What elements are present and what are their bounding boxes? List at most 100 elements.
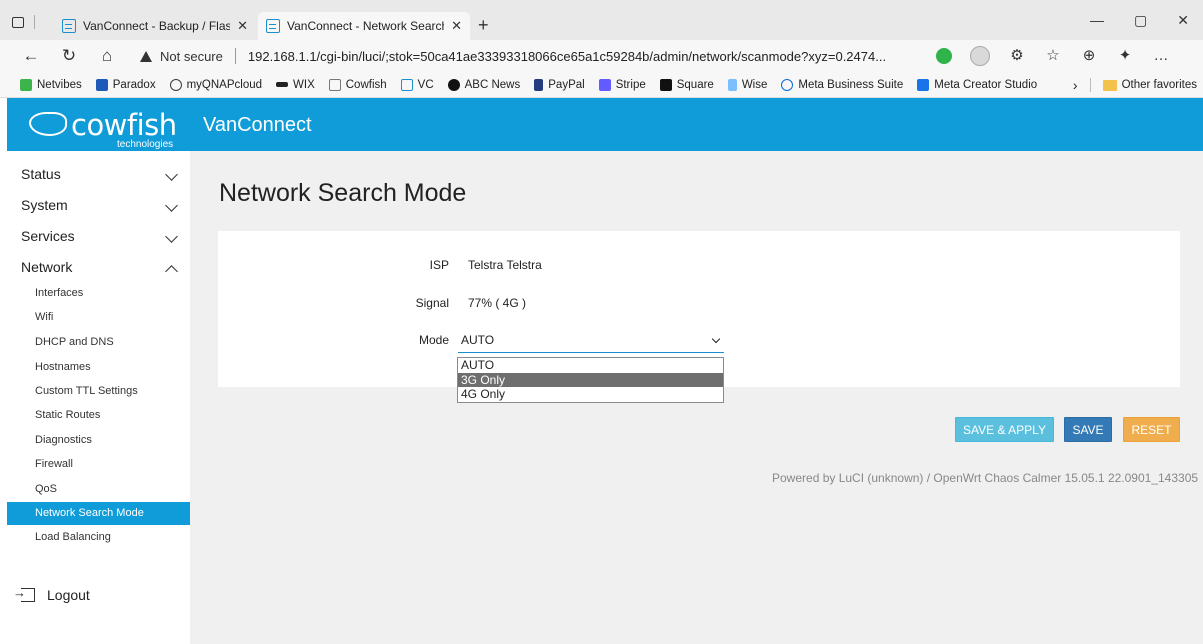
myqnapcloud-icon: [169, 78, 182, 91]
sidebar-section-system[interactable]: System: [21, 197, 178, 213]
new-tab-button[interactable]: +: [478, 15, 489, 36]
cowfish-icon: [328, 78, 341, 91]
sidebar-item-interfaces[interactable]: Interfaces: [7, 282, 190, 305]
sidebar-section-status[interactable]: Status: [21, 166, 178, 182]
sidebar-section-label: System: [21, 197, 68, 213]
wix-icon: [276, 82, 289, 87]
other-favorites-label: Other favorites: [1121, 79, 1197, 91]
chevron-right-icon[interactable]: ›: [1073, 77, 1078, 93]
tab-backup-flash[interactable]: VanConnect - Backup / Flash Firm ✕: [54, 12, 256, 40]
main-content: Network Search Mode ISP Telstra Telstra …: [190, 151, 1203, 644]
window-controls: — ▢ ✕: [1090, 12, 1189, 29]
home-icon[interactable]: ⌂: [96, 46, 118, 66]
bookmark-label: myQNAPcloud: [186, 78, 263, 91]
isp-label: ISP: [429, 258, 449, 272]
bookmark-abc-news[interactable]: ABC News: [447, 78, 520, 91]
collections-icon[interactable]: ⊕: [1080, 47, 1098, 65]
logo-word: cowfish: [71, 108, 177, 142]
reset-button[interactable]: RESET: [1123, 417, 1180, 442]
app-title[interactable]: VanConnect: [203, 114, 312, 137]
url-field[interactable]: Not secure 192.168.1.1/cgi-bin/luci/;sto…: [140, 44, 920, 68]
cowfish-logo[interactable]: cowfish technologies: [29, 108, 179, 150]
warning-icon: [140, 50, 152, 62]
not-secure-label[interactable]: Not secure: [160, 49, 223, 64]
bookmark-label: WIX: [293, 78, 315, 91]
paradox-icon: [95, 78, 108, 91]
bookmark-paypal[interactable]: PayPal: [534, 78, 585, 91]
close-icon[interactable]: ✕: [237, 18, 248, 34]
bookmark-myqnapcloud[interactable]: myQNAPcloud: [169, 78, 263, 91]
close-icon[interactable]: ✕: [451, 18, 462, 34]
page-title: Network Search Mode: [219, 179, 467, 207]
bookmark-wise[interactable]: Wise: [727, 78, 768, 91]
bookmark-cowfish[interactable]: Cowfish: [328, 78, 387, 91]
sidebar-item-diagnostics[interactable]: Diagnostics: [7, 429, 190, 452]
stripe-icon: [598, 78, 611, 91]
save-button[interactable]: SAVE: [1064, 417, 1112, 442]
logo-subtitle: technologies: [117, 139, 174, 150]
more-icon[interactable]: …: [1152, 47, 1170, 65]
url-text[interactable]: 192.168.1.1/cgi-bin/luci/;stok=50ca41ae3…: [248, 49, 886, 64]
other-favorites[interactable]: Other favorites: [1102, 79, 1197, 91]
signal-value: 77% ( 4G ): [468, 296, 527, 310]
bookmark-label: PayPal: [548, 78, 585, 91]
tab-actions-divider: [34, 15, 35, 29]
sidebar: Status System Services Network Interface…: [7, 151, 190, 644]
sidebar-item-hostnames[interactable]: Hostnames: [7, 356, 190, 379]
profile-extension-icon[interactable]: [970, 46, 990, 66]
mode-label: Mode: [418, 333, 449, 347]
bookmark-paradox[interactable]: Paradox: [95, 78, 156, 91]
mode-select[interactable]: AUTO: [458, 331, 724, 353]
square-icon: [659, 78, 672, 91]
sidebar-item-firewall[interactable]: Firewall: [7, 453, 190, 476]
bookmark-stripe[interactable]: Stripe: [598, 78, 646, 91]
workspaces-icon[interactable]: [12, 16, 24, 28]
logout-button[interactable]: Logout: [13, 585, 90, 603]
chevron-down-icon: [165, 199, 178, 212]
mode-option-4g-only[interactable]: 4G Only: [458, 387, 723, 402]
bookmark-label: Wise: [741, 78, 768, 91]
sidebar-section-services[interactable]: Services: [21, 228, 178, 244]
bookmark-label: Meta Creator Studio: [934, 78, 1038, 91]
mode-dropdown-list: AUTO 3G Only 4G Only: [457, 357, 724, 403]
bookmark-netvibes[interactable]: Netvibes: [20, 78, 82, 91]
profile-avatar-icon[interactable]: ✦: [1116, 47, 1134, 65]
sidebar-item-dhcp-dns[interactable]: DHCP and DNS: [7, 331, 190, 354]
browser-tab-bar: VanConnect - Backup / Flash Firm ✕ VanCo…: [0, 0, 1203, 40]
tab-actions[interactable]: [12, 14, 48, 30]
wise-icon: [727, 78, 737, 91]
extension-shield-icon[interactable]: [936, 48, 952, 64]
sidebar-item-network-search-mode[interactable]: Network Search Mode: [7, 502, 190, 525]
url-divider: [234, 48, 236, 64]
logout-icon: [13, 585, 35, 602]
refresh-icon[interactable]: ↻: [58, 46, 80, 66]
restore-icon[interactable]: ▢: [1134, 12, 1147, 29]
chevron-down-icon: [165, 168, 178, 181]
bookmark-meta-creator-studio[interactable]: Meta Creator Studio: [917, 78, 1038, 91]
bookmark-wix[interactable]: WIX: [276, 79, 315, 91]
tab-network-search-mode[interactable]: VanConnect - Network Search M ✕: [258, 12, 470, 40]
bookmark-meta-business-suite[interactable]: Meta Business Suite: [781, 78, 904, 91]
address-bar: ← ↻ ⌂ Not secure 192.168.1.1/cgi-bin/luc…: [0, 40, 1203, 72]
sidebar-section-network[interactable]: Network: [21, 259, 178, 278]
footer-text: Powered by LuCI (unknown) / OpenWrt Chao…: [772, 471, 1199, 485]
sidebar-item-load-balancing[interactable]: Load Balancing: [7, 526, 190, 549]
favorites-icon[interactable]: ☆: [1044, 47, 1062, 65]
bookmark-square[interactable]: Square: [659, 78, 714, 91]
mode-option-auto[interactable]: AUTO: [458, 358, 723, 373]
bookmark-label: Paradox: [112, 78, 156, 91]
bookmark-vc[interactable]: VC: [400, 78, 434, 91]
bookmarks-bar: Netvibes Paradox myQNAPcloud WIX Cowfish…: [0, 72, 1203, 98]
save-apply-button[interactable]: SAVE & APPLY: [955, 417, 1054, 442]
sidebar-item-wifi[interactable]: Wifi: [7, 306, 190, 329]
bookmark-label: Stripe: [615, 78, 646, 91]
minimize-icon[interactable]: —: [1090, 12, 1104, 29]
bookmark-label: Meta Business Suite: [798, 78, 904, 91]
extensions-icon[interactable]: ⚙: [1008, 47, 1026, 65]
sidebar-item-custom-ttl[interactable]: Custom TTL Settings: [7, 380, 190, 403]
mode-option-3g-only[interactable]: 3G Only: [458, 372, 723, 387]
sidebar-item-static-routes[interactable]: Static Routes: [7, 404, 190, 427]
back-icon[interactable]: ←: [20, 46, 42, 66]
close-window-icon[interactable]: ✕: [1177, 12, 1189, 29]
sidebar-item-qos[interactable]: QoS: [7, 478, 190, 501]
